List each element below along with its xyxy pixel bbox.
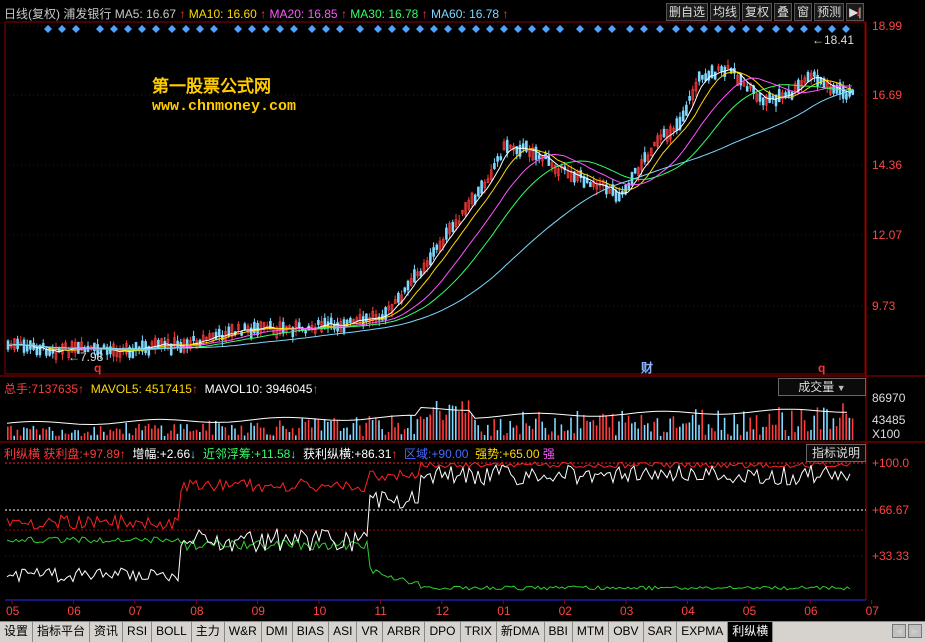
volume-y-axis: 86970 43485 X100: [872, 391, 906, 441]
indicator-select-dropdown[interactable]: 成交量 ▼: [778, 378, 866, 396]
increase-arrow-icon: ↓: [190, 447, 197, 461]
scroll-right-icon[interactable]: ▶: [908, 624, 922, 638]
x-axis-month-label: 05: [743, 604, 757, 618]
indicator-tick: +66.67: [872, 503, 909, 517]
indicator-name: 利纵横: [4, 447, 41, 461]
tab-item[interactable]: RSI: [123, 622, 153, 642]
x-axis-month-label: 06: [67, 604, 81, 618]
indicator-tab-bar: 设置 指标平台 资讯 RSI BOLL 主力 W&R DMI BIAS ASI VR ARBR DPO T…: [0, 621, 925, 642]
volume-tick: 43485: [872, 413, 906, 427]
volume-arrow-icon: ↑: [78, 382, 85, 396]
price-tick: 12.07: [872, 228, 902, 242]
tab-item[interactable]: 主力: [192, 622, 225, 642]
tab-item[interactable]: MTM: [573, 622, 610, 642]
x-axis-month-label: 04: [681, 604, 695, 618]
x-axis-month-label: 06: [804, 604, 818, 618]
event-markers[interactable]: q q 财: [94, 360, 825, 375]
indicator-lines: [6, 461, 851, 591]
x-axis-month-label: 12: [436, 604, 450, 618]
tab-item[interactable]: BBI: [545, 622, 573, 642]
price-gridlines: [5, 25, 866, 307]
tab-item[interactable]: BOLL: [152, 622, 192, 642]
tab-item[interactable]: 新DMA: [497, 622, 545, 642]
tab-item[interactable]: 利纵横: [728, 622, 774, 642]
x-axis-month-label: 07: [866, 604, 880, 618]
event-marker-q: q: [94, 361, 101, 375]
indicator-gridlines: [5, 462, 866, 601]
profit-span-arrow-icon: ↑: [391, 447, 398, 461]
candlesticks: [6, 59, 855, 364]
volume-tick: 86970: [872, 391, 906, 405]
mavol10-arrow-icon: ↑: [312, 382, 319, 396]
tab-item[interactable]: 资讯: [90, 622, 124, 642]
x-axis-month-label: 02: [559, 604, 573, 618]
tab-scroll: ◀ ▶: [889, 622, 925, 642]
x-axis-month-label: 07: [129, 604, 143, 618]
event-marker-q: q: [818, 361, 825, 375]
mavol5-arrow-icon: ↑: [191, 382, 198, 396]
panel-frames: [0, 21, 925, 601]
indicator-tick: +33.33: [872, 549, 909, 563]
tab-item[interactable]: BIAS: [293, 622, 330, 642]
price-tick: 16.69: [872, 88, 902, 102]
indicator-help-button[interactable]: 指标说明: [806, 444, 866, 462]
profit-arrow-icon: ↑: [119, 447, 126, 461]
indicator-tick: +100.0: [872, 456, 909, 470]
price-tick: 9.73: [872, 299, 896, 313]
tab-item[interactable]: 设置: [0, 622, 34, 642]
tab-item[interactable]: SAR: [644, 622, 678, 642]
tab-item[interactable]: DMI: [262, 622, 293, 642]
float-arrow-icon: ↓: [290, 447, 297, 461]
chart-canvas[interactable]: 18.99 16.69 14.36 12.07 9.73 ←18.41 ←7.9…: [0, 0, 925, 621]
tab-item[interactable]: W&R: [225, 622, 262, 642]
event-marker-finance: 财: [640, 360, 653, 375]
x-axis-month-label: 08: [190, 604, 204, 618]
x-axis-month-label: 10: [313, 604, 327, 618]
max-price-label: ←18.41: [812, 33, 854, 47]
x-axis: 05 06 07 08 09 10 11 12 01 02 03 04 05 06 07: [6, 600, 879, 618]
chevron-down-icon: ▼: [834, 383, 846, 393]
tab-item[interactable]: DPO: [425, 622, 461, 642]
volume-tick: X100: [872, 427, 900, 441]
price-tick: 18.99: [872, 19, 902, 33]
tab-item[interactable]: EXPMA: [677, 622, 729, 642]
x-axis-month-label: 09: [252, 604, 266, 618]
price-tick: 14.36: [872, 158, 902, 172]
scroll-left-icon[interactable]: ◀: [892, 624, 906, 638]
tab-item[interactable]: 指标平台: [33, 622, 91, 642]
x-axis-month-label: 11: [374, 604, 387, 618]
indicator-y-axis: +100.0 +66.67 +33.33: [872, 456, 909, 563]
moving-average-lines: [6, 68, 852, 353]
tab-item[interactable]: TRIX: [461, 622, 497, 642]
indicator-legend: 利纵横 获利盘:+97.89↑ 增幅:+2.66↓ 近邻浮筹:+11.58↓ 获…: [4, 447, 555, 461]
tab-item[interactable]: ARBR: [383, 622, 426, 642]
tab-item[interactable]: OBV: [609, 622, 644, 642]
tab-item[interactable]: ASI: [329, 622, 358, 642]
tab-item[interactable]: VR: [357, 622, 384, 642]
x-axis-month-label: 01: [497, 604, 511, 618]
volume-legend: 总手:7137635↑ MAVOL5: 4517415↑ MAVOL10: 39…: [4, 382, 319, 396]
x-axis-month-label: 03: [620, 604, 634, 618]
x-axis-month-label: 05: [6, 604, 20, 618]
volume-bars: [6, 400, 854, 440]
price-y-axis: 18.99 16.69 14.36 12.07 9.73: [872, 19, 902, 313]
